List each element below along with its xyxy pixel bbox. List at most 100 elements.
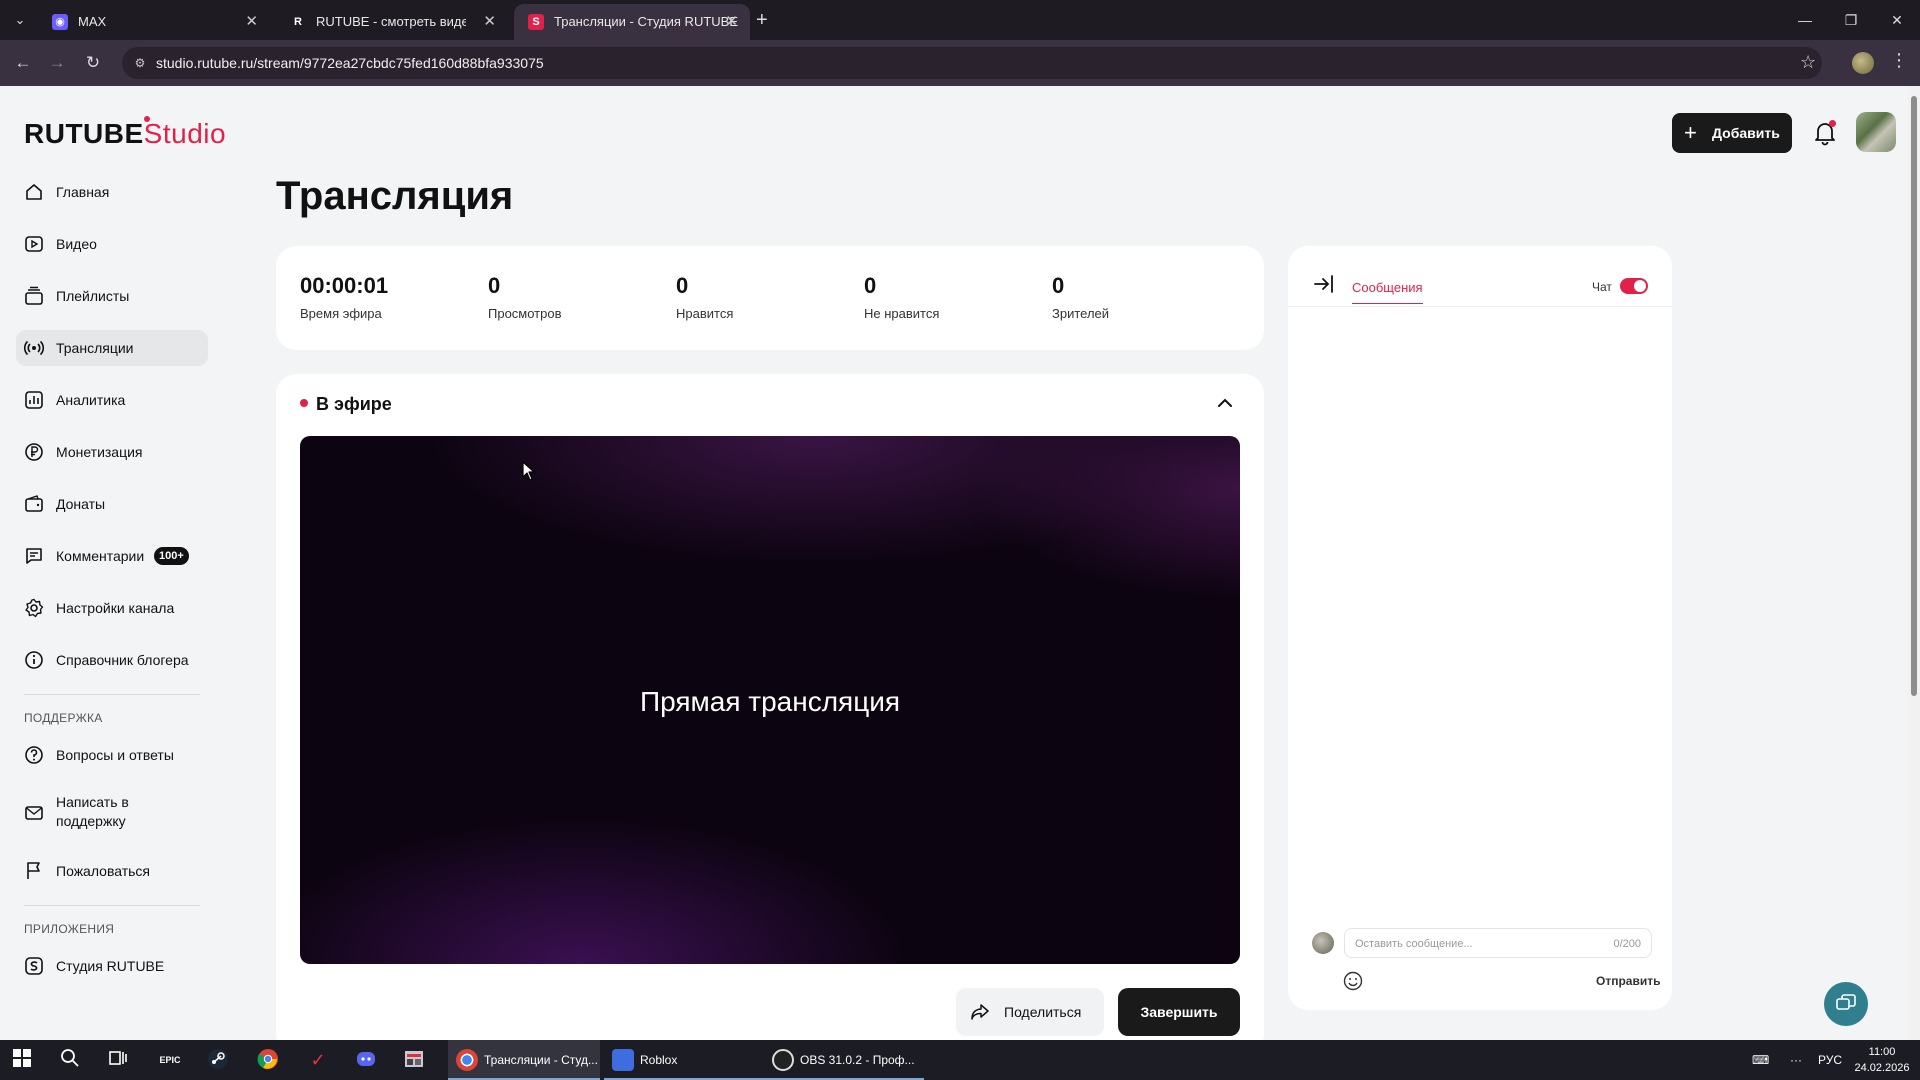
collapse-chat-icon[interactable]: [1312, 272, 1336, 296]
sidebar-item-blogger-guide[interactable]: Справочник блогера: [16, 642, 208, 678]
bookmark-star-icon[interactable]: ☆: [1800, 52, 1816, 73]
sidebar-item-label: Вопросы и ответы: [56, 747, 174, 763]
address-bar[interactable]: ⚙ studio.rutube.ru/stream/9772ea27cbdc75…: [122, 47, 1822, 79]
max-favicon-icon: ◉: [52, 14, 68, 30]
discord-icon[interactable]: [354, 1048, 378, 1072]
obs-icon: [772, 1049, 794, 1071]
page-scrollbar[interactable]: [1908, 86, 1920, 1040]
sidebar-item-video[interactable]: Видео: [16, 226, 208, 262]
tab-close-icon[interactable]: ✕: [245, 4, 258, 40]
add-button[interactable]: + Добавить: [1672, 113, 1792, 153]
sidebar-item-analytics[interactable]: Аналитика: [16, 382, 208, 418]
share-icon: [971, 1004, 989, 1020]
video-placeholder-text: Прямая трансляция: [639, 686, 901, 717]
stat-value: 0: [676, 273, 689, 298]
browser-tab-max[interactable]: ◉ MAX ✕: [38, 4, 270, 40]
keyboard-icon[interactable]: ⌨: [1752, 1040, 1769, 1080]
share-button[interactable]: Поделиться: [956, 988, 1104, 1036]
back-icon[interactable]: ←: [12, 52, 34, 74]
comment-icon: [26, 548, 42, 564]
sidebar-item-home[interactable]: Главная: [16, 174, 208, 210]
browser-toolbar: ← → ↻ ⚙ studio.rutube.ru/stream/9772ea27…: [0, 40, 1920, 86]
steam-icon[interactable]: [206, 1048, 230, 1072]
video-icon: [25, 236, 43, 252]
scrollbar-thumb[interactable]: [1911, 96, 1917, 696]
sidebar-item-channel-settings[interactable]: Настройки канала: [16, 590, 208, 626]
help-chat-button[interactable]: [1824, 982, 1868, 1026]
restore-icon[interactable]: ❐: [1828, 0, 1874, 40]
chevron-up-icon[interactable]: [1216, 394, 1234, 417]
stat-viewers: 0 Зрителей: [1052, 274, 1109, 322]
sidebar: Главная Видео Плейлисты Трансляции Анали…: [16, 174, 208, 1000]
share-button-label: Поделиться: [1004, 1004, 1082, 1020]
sidebar-item-playlists[interactable]: Плейлисты: [16, 278, 208, 314]
toggle-knob: [1634, 280, 1646, 292]
sidebar-item-label: Главная: [56, 184, 110, 200]
browser-tab-rutube[interactable]: R RUTUBE - смотреть видео онлайн ✕: [276, 4, 508, 40]
clock-date: 24.02.2026: [1854, 1062, 1910, 1074]
emoji-icon[interactable]: [1342, 970, 1364, 992]
playlist-icon: [25, 286, 43, 305]
sidebar-item-broadcasts[interactable]: Трансляции: [16, 330, 208, 366]
sidebar-item-contact-support[interactable]: Написать в поддержку: [16, 789, 208, 837]
search-icon[interactable]: [58, 1048, 82, 1072]
stat-likes: 0 Нравится: [676, 273, 734, 322]
analytics-icon: [25, 391, 43, 409]
tab-close-icon[interactable]: ✕: [725, 4, 738, 40]
chat-message-input[interactable]: Оставить сообщение... 0/200: [1344, 928, 1652, 958]
rutube-studio-logo[interactable]: RUTUBE Studio: [24, 116, 227, 150]
sidebar-item-faq[interactable]: Вопросы и ответы: [16, 737, 208, 773]
browser-tab-studio[interactable]: S Трансляции - Студия RUTUBE ✕: [514, 4, 750, 40]
sidebar-item-studio-app[interactable]: Студия RUTUBE: [16, 948, 208, 984]
chrome-icon: [456, 1049, 478, 1071]
taskbar-app-label: Roblox: [640, 1053, 678, 1067]
taskbar-app-obs[interactable]: OBS 31.0.2 - Проф...: [764, 1040, 924, 1080]
studio-app: RUTUBE Studio Главная Видео Плейлисты Тра…: [0, 86, 1908, 1040]
tray-overflow-icon[interactable]: ···: [1790, 1040, 1802, 1080]
epic-games-icon[interactable]: EPIC: [158, 1048, 182, 1072]
windows-start-icon[interactable]: [10, 1048, 34, 1072]
app-grid-icon[interactable]: [402, 1048, 426, 1072]
stat-label: Нравится: [676, 306, 734, 321]
chrome-icon[interactable]: [256, 1048, 280, 1072]
browser-menu-icon[interactable]: ⋮: [1890, 50, 1908, 71]
chat-toggle[interactable]: [1620, 278, 1648, 294]
logo-product: Studio: [143, 118, 227, 149]
browser-profile-avatar[interactable]: [1852, 52, 1874, 74]
system-clock[interactable]: 11:00 24.02.2026: [1852, 1044, 1912, 1076]
stat-value: 0: [864, 273, 877, 298]
video-preview[interactable]: Прямая трансляция: [300, 436, 1240, 964]
taskbar-app-chrome[interactable]: Трансляции - Студ...: [448, 1040, 600, 1080]
sidebar-item-donations[interactable]: Донаты: [16, 486, 208, 522]
finish-stream-button[interactable]: Завершить: [1118, 988, 1240, 1036]
notifications-bell-icon[interactable]: [1812, 120, 1838, 146]
send-message-button[interactable]: Отправить: [1596, 974, 1660, 988]
minimize-icon[interactable]: —: [1782, 0, 1828, 40]
language-indicator[interactable]: РУС: [1818, 1040, 1842, 1080]
tab-close-icon[interactable]: ✕: [483, 4, 496, 40]
site-settings-icon[interactable]: ⚙: [132, 55, 148, 71]
close-window-icon[interactable]: ✕: [1874, 0, 1920, 40]
live-status-label: В эфире: [316, 394, 392, 414]
tab-messages[interactable]: Сообщения: [1352, 280, 1423, 304]
sidebar-item-label: Комментарии: [56, 548, 145, 564]
forward-icon[interactable]: →: [46, 52, 68, 74]
sidebar-item-comments[interactable]: Комментарии 100+: [16, 538, 208, 574]
tab-title: Трансляции - Студия RUTUBE: [554, 14, 738, 29]
user-avatar[interactable]: [1856, 112, 1896, 152]
sidebar-item-report[interactable]: Пожаловаться: [16, 853, 208, 889]
wallet-icon: [25, 495, 43, 512]
reload-icon[interactable]: ↻: [82, 52, 104, 74]
stat-value: 0: [488, 273, 501, 298]
sidebar-item-label: Написать в поддержку: [56, 794, 129, 829]
task-view-icon[interactable]: [106, 1048, 130, 1072]
tab-search-chevron-icon[interactable]: ⌄: [8, 8, 32, 32]
taskbar-app-label: Трансляции - Студ...: [484, 1053, 598, 1067]
stat-dislikes: 0 Не нравится: [864, 273, 939, 322]
taskbar-app-roblox[interactable]: Roblox: [604, 1040, 764, 1080]
sidebar-item-label: Донаты: [56, 496, 106, 512]
app-red-icon[interactable]: ✓: [306, 1048, 330, 1072]
windows-taskbar: EPIC ✓ Трансляции - Студ... Roblox OBS 3…: [0, 1040, 1920, 1080]
sidebar-item-monetization[interactable]: Монетизация: [16, 434, 208, 470]
new-tab-button[interactable]: +: [756, 8, 768, 32]
